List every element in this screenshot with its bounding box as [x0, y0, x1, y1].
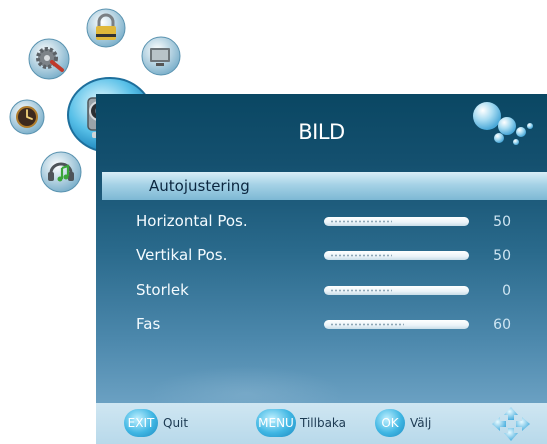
storlek-value: 0 [502, 283, 511, 299]
exit-label: Quit [163, 416, 189, 430]
vertikal-pos-value: 50 [493, 248, 511, 264]
menu-item-autojustering[interactable]: Autojustering [102, 172, 547, 200]
music-sound-icon[interactable] [40, 151, 82, 193]
osd-panel: BILD Autojustering Horizontal Pos. 50 Ve… [96, 94, 547, 444]
select-button[interactable]: OK Välj [375, 409, 455, 439]
menu-key-icon: MENU [256, 409, 296, 437]
arrow-pad-icon [492, 407, 530, 441]
lock-icon[interactable] [86, 8, 126, 48]
menu-item-storlek[interactable]: Storlek 0 [102, 277, 547, 305]
fas-value: 60 [493, 317, 511, 333]
exit-button[interactable]: EXIT Quit [124, 409, 204, 439]
horizontal-pos-value: 50 [493, 214, 511, 230]
menu-item-label: Storlek [136, 281, 189, 299]
clock-icon[interactable] [9, 99, 45, 135]
menu-item-fas[interactable]: Fas 60 [102, 311, 547, 339]
vertikal-pos-slider[interactable] [324, 251, 469, 260]
menu-item-label: Vertikal Pos. [136, 246, 228, 264]
ok-key-icon: OK [375, 409, 405, 437]
fas-slider[interactable] [324, 320, 469, 329]
menu-item-vertikal-pos[interactable]: Vertikal Pos. 50 [102, 242, 547, 270]
select-label: Välj [410, 416, 432, 430]
menu-item-horizontal-pos[interactable]: Horizontal Pos. 50 [102, 208, 547, 236]
pc-monitor-icon[interactable] [141, 36, 181, 76]
menu-item-label: Autojustering [149, 177, 250, 195]
settings-gear-icon[interactable] [28, 38, 70, 80]
horizontal-pos-slider[interactable] [324, 217, 469, 226]
back-button[interactable]: MENU Tillbaka [256, 409, 366, 439]
bubbles-logo-icon [473, 102, 533, 145]
exit-key-icon: EXIT [124, 409, 158, 437]
footer-bar: EXIT Quit MENU Tillbaka OK Välj [96, 403, 547, 444]
menu-item-label: Horizontal Pos. [136, 212, 248, 230]
back-label: Tillbaka [300, 416, 347, 430]
storlek-slider[interactable] [324, 286, 469, 295]
menu-item-label: Fas [136, 315, 161, 333]
